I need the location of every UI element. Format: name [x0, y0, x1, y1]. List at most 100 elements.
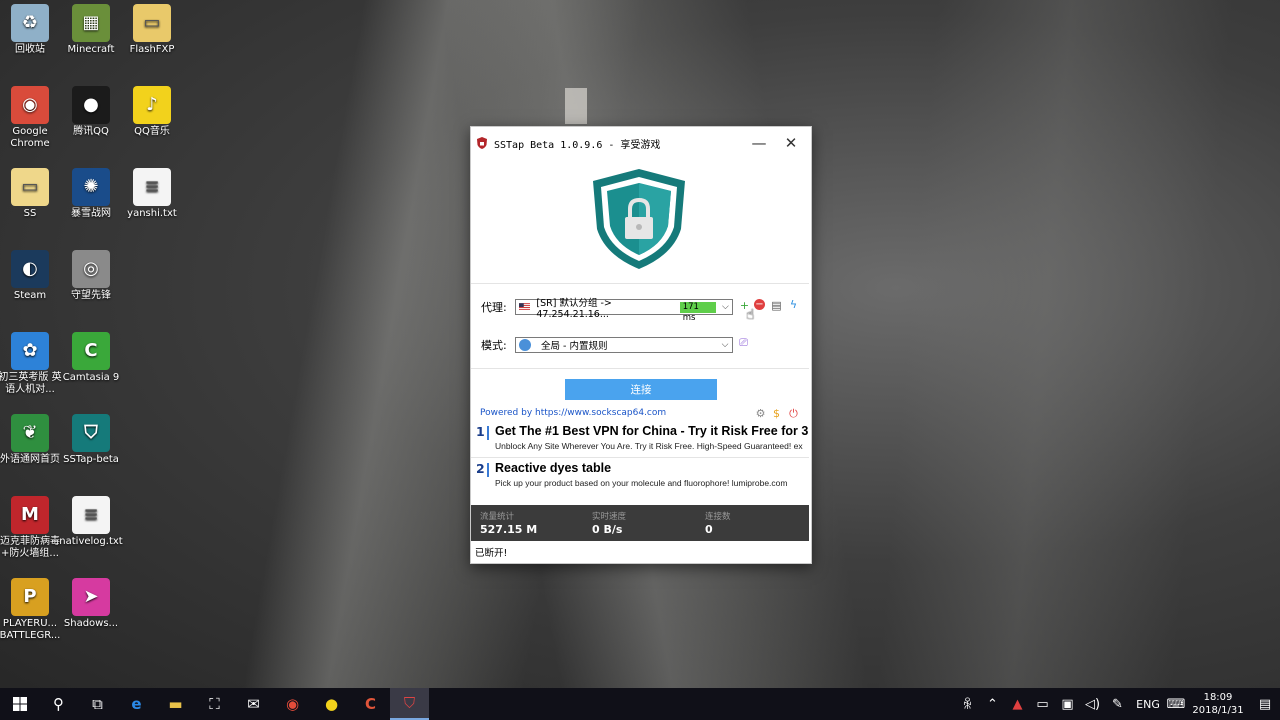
windows-logo-icon	[12, 697, 27, 711]
language-indicator[interactable]: ENG	[1130, 698, 1166, 711]
chevron-up-icon[interactable]: ⌃	[980, 697, 1005, 712]
desktop-icon[interactable]: ⛉ SSTap-beta	[58, 414, 124, 466]
proxy-value: [SR] 默认分组 -> 47.254.21.16...	[536, 297, 612, 320]
volume-icon[interactable]: ◁)	[1080, 697, 1105, 712]
ad-item[interactable]: 2 Reactive dyes table Pick up your produ…	[474, 461, 810, 491]
mode-value: 全局 - 内置规则	[541, 341, 608, 352]
proxy-select[interactable]: [SR] 默认分组 -> 47.254.21.16... 171 ms ⌵	[515, 298, 733, 323]
desktop-icon[interactable]: ✺ 暴雪战网	[58, 168, 124, 220]
rules-edit-icon[interactable]: ⎚	[737, 336, 750, 349]
pen-icon[interactable]: ✎	[1105, 697, 1130, 712]
desktop-icon[interactable]: ▦ Minecraft	[58, 4, 124, 56]
text-file-icon: ≡	[72, 496, 110, 534]
desktop-icon[interactable]: ▭ SS	[0, 168, 63, 220]
overwatch-icon: ◎	[72, 250, 110, 288]
folder-icon: ▭	[11, 168, 49, 206]
powered-by-link[interactable]: Powered by https://www.sockscap64.com	[480, 408, 666, 418]
ad-title[interactable]: Get The #1 Best VPN for China - Try it R…	[495, 424, 808, 438]
desktop-icon[interactable]: ≡ nativelog.txt	[58, 496, 124, 548]
remove-proxy-icon[interactable]: −	[754, 299, 765, 310]
camtasia-icon[interactable]: C	[351, 688, 390, 720]
desktop-icon-label: Minecraft	[67, 44, 115, 55]
desktop-icon-label: 守望先锋	[71, 290, 111, 301]
chrome-icon[interactable]: ◉	[273, 688, 312, 720]
sstap-window: SSTap Beta 1.0.9.6 - 享受游戏 — ✕ 代理: [SR] 默…	[470, 126, 812, 564]
start-button[interactable]	[0, 688, 39, 720]
sstap-taskbar-icon[interactable]: ⛉	[390, 688, 429, 720]
lightning-icon[interactable]: ϟ	[787, 298, 800, 311]
speed-value: 0 B/s	[592, 523, 623, 536]
file-explorer-icon[interactable]: ▬	[156, 688, 195, 720]
leaf-icon: ❦	[11, 414, 49, 452]
clock[interactable]: 18:09 2018/1/31	[1186, 691, 1250, 717]
desktop-icon[interactable]: C Camtasia 9	[58, 332, 124, 384]
desktop-icon-label: 外语通网首页	[0, 454, 60, 465]
traffic-stat: 流量统计 527.15 M	[480, 510, 537, 536]
steam-icon: ◐	[11, 250, 49, 288]
close-button[interactable]: ✕	[775, 127, 807, 159]
traffic-label: 流量统计	[480, 512, 515, 522]
desktop-icon[interactable]: ❦ 外语通网首页	[0, 414, 63, 466]
minecraft-icon: ▦	[72, 4, 110, 42]
desktop-icon-label: SSTap-beta	[63, 454, 119, 465]
power-icon[interactable]: ⏻	[787, 407, 800, 420]
desktop-icon[interactable]: ≡ yanshi.txt	[119, 168, 185, 220]
connection-stat: 连接数 0	[705, 510, 731, 536]
desktop-icon-label: Camtasia 9	[62, 372, 120, 383]
desktop-icon[interactable]: ◎ 守望先锋	[58, 250, 124, 302]
minimize-button[interactable]: —	[743, 127, 775, 159]
desktop-icon[interactable]: ➤ Shadows...	[58, 578, 124, 630]
edit-proxy-icon[interactable]: ▤	[770, 299, 783, 312]
chevron-down-icon: ⌵	[721, 302, 729, 312]
ad-item[interactable]: 1 Get The #1 Best VPN for China - Try it…	[474, 424, 810, 454]
desktop-icon-label: yanshi.txt	[127, 208, 177, 219]
notification-icon[interactable]: ▤	[1250, 697, 1280, 712]
wallpaper-highlight	[565, 88, 587, 124]
system-tray: ꆜ ⌃ ▲ ▭ ▣ ◁) ✎ ENG ⌨ 18:09 2018/1/31 ▤	[955, 688, 1280, 720]
desktop-icon-label: Steam	[13, 290, 47, 301]
desktop-icon-label: 腾讯QQ	[73, 126, 109, 137]
connect-button[interactable]: 连接	[565, 379, 717, 400]
speed-stat: 实时速度 0 B/s	[592, 510, 626, 536]
desktop-icon[interactable]: ◉ Google Chrome	[0, 86, 63, 150]
taskbar: ⚲ ⧉ e ▬ ⛶ ✉ ◉ ● C ⛉ ꆜ ⌃ ▲ ▭ ▣ ◁) ✎ ENG ⌨…	[0, 688, 1280, 720]
battery-icon[interactable]: ▭	[1030, 697, 1055, 712]
separator	[471, 368, 809, 369]
desktop-icon[interactable]: ♪ QQ音乐	[119, 86, 185, 138]
desktop-icon[interactable]: ◐ Steam	[0, 250, 63, 302]
keyboard-icon[interactable]: ⌨	[1166, 697, 1186, 712]
separator	[471, 283, 809, 284]
people-icon[interactable]: ꆜ	[955, 696, 980, 713]
latency-badge: 171 ms	[679, 301, 716, 323]
task-view-icon[interactable]: ⧉	[78, 688, 117, 720]
mcafee-tray-icon[interactable]: ▲	[1005, 697, 1030, 712]
desktop-icon[interactable]: ● 腾讯QQ	[58, 86, 124, 138]
edge-icon[interactable]: e	[117, 688, 156, 720]
dollar-icon[interactable]: $	[770, 407, 783, 420]
clock-time: 18:09	[1203, 692, 1233, 703]
proxy-label: 代理:	[481, 301, 507, 314]
title-bar[interactable]: SSTap Beta 1.0.9.6 - 享受游戏 — ✕	[471, 127, 811, 159]
desktop-icon[interactable]: ♻ 回收站	[0, 4, 63, 56]
camtasia-icon: C	[72, 332, 110, 370]
ad-number: 1	[476, 424, 485, 439]
mode-select[interactable]: 全局 - 内置规则 ⌵	[515, 337, 733, 353]
shadowsocks-icon: ➤	[72, 578, 110, 616]
qq-music-icon[interactable]: ●	[312, 688, 351, 720]
pubg-icon: P	[11, 578, 49, 616]
window-title: SSTap Beta 1.0.9.6 - 享受游戏	[494, 139, 661, 151]
ad-title[interactable]: Reactive dyes table	[495, 461, 611, 475]
store-icon[interactable]: ⛶	[195, 688, 234, 720]
desktop-icon-label: 初三英考版 英语人机对...	[0, 372, 62, 395]
status-text: 已断开!	[475, 548, 508, 559]
network-icon[interactable]: ▣	[1055, 697, 1080, 712]
search-icon[interactable]: ⚲	[39, 688, 78, 720]
desktop-icon[interactable]: M 迈克菲防病毒+防火墙组...	[0, 496, 63, 560]
battlenet-icon: ✺	[72, 168, 110, 206]
desktop-icon[interactable]: ✿ 初三英考版 英语人机对...	[0, 332, 63, 396]
mail-icon[interactable]: ✉	[234, 688, 273, 720]
desktop-icon[interactable]: ▭ FlashFXP	[119, 4, 185, 56]
folder-icon: ▭	[133, 4, 171, 42]
desktop-icon[interactable]: P PLAYERU... BATTLEGR...	[0, 578, 63, 642]
gear-icon[interactable]: ⚙	[754, 407, 767, 420]
